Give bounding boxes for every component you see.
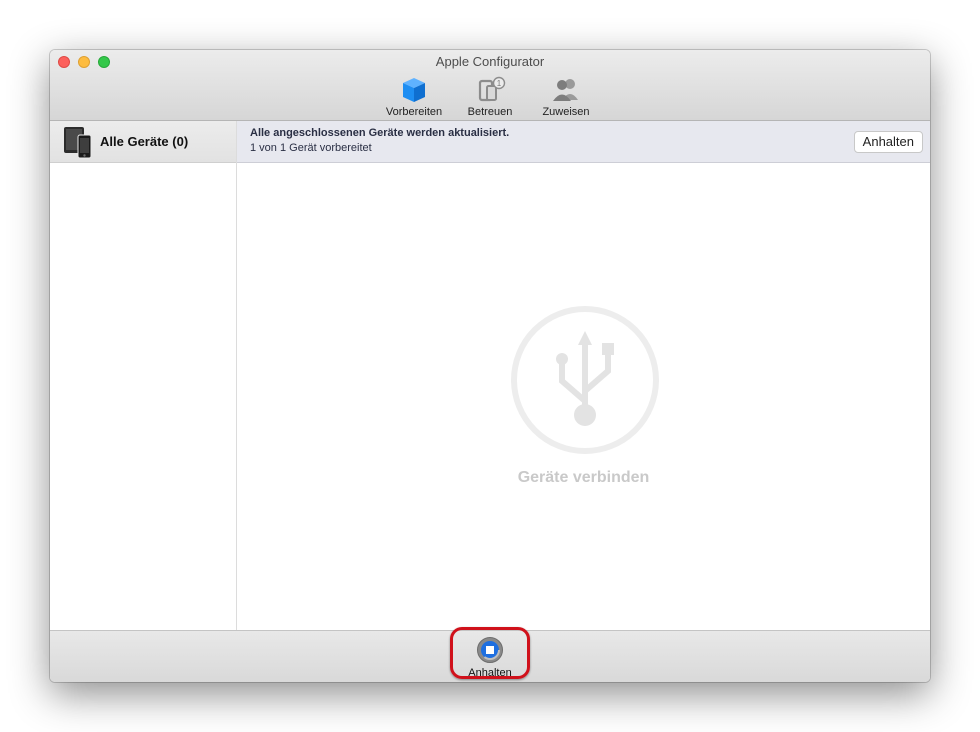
stop-icon	[477, 637, 503, 663]
toolbar-assign-label: Zuweisen	[542, 106, 590, 118]
toolbar-supervise-button[interactable]: 1 Betreuen	[459, 76, 521, 118]
empty-state-text: Geräte verbinden	[517, 469, 650, 486]
toolbar-assign-button[interactable]: Zuweisen	[535, 76, 597, 118]
app-window: Apple Configurator Vorbereiten 1 Betreue…	[50, 50, 930, 682]
toolbar-prepare-label: Vorbereiten	[385, 106, 443, 118]
sidebar-item-all-devices[interactable]: Alle Geräte (0)	[50, 121, 236, 163]
cube-icon	[403, 78, 425, 102]
sidebar: Alle Geräte (0)	[50, 121, 237, 630]
stop-button[interactable]: Anhalten	[453, 636, 527, 679]
bottom-bar: Anhalten	[50, 627, 930, 682]
status-banner: Alle angeschlossenen Geräte werden aktua…	[237, 121, 930, 163]
supervise-badge-count: 1	[497, 79, 502, 88]
users-icon	[553, 79, 578, 101]
pause-button[interactable]: Anhalten	[853, 131, 923, 153]
devices-badge-icon: 1	[478, 76, 506, 102]
status-title: Alle angeschlossenen Geräte werden aktua…	[250, 127, 510, 139]
devices-icon	[64, 126, 92, 158]
empty-state: Geräte verbinden	[237, 163, 930, 630]
main-content: Alle angeschlossenen Geräte werden aktua…	[237, 121, 930, 630]
status-progress: 1 von 1 Gerät vorbereitet	[250, 142, 372, 154]
toolbar-prepare-button[interactable]: Vorbereiten	[383, 76, 445, 118]
stop-highlight: Anhalten	[450, 627, 530, 679]
toolbar-supervise-label: Betreuen	[467, 106, 513, 118]
stop-label: Anhalten	[468, 667, 512, 679]
usb-icon	[511, 306, 659, 454]
sidebar-item-label: Alle Geräte (0)	[100, 134, 189, 149]
toolbar: Vorbereiten 1 Betreuen Zuweisen	[50, 76, 930, 118]
title-bar: Apple Configurator Vorbereiten 1 Betreue…	[50, 50, 930, 121]
window-title: Apple Configurator	[435, 54, 545, 69]
